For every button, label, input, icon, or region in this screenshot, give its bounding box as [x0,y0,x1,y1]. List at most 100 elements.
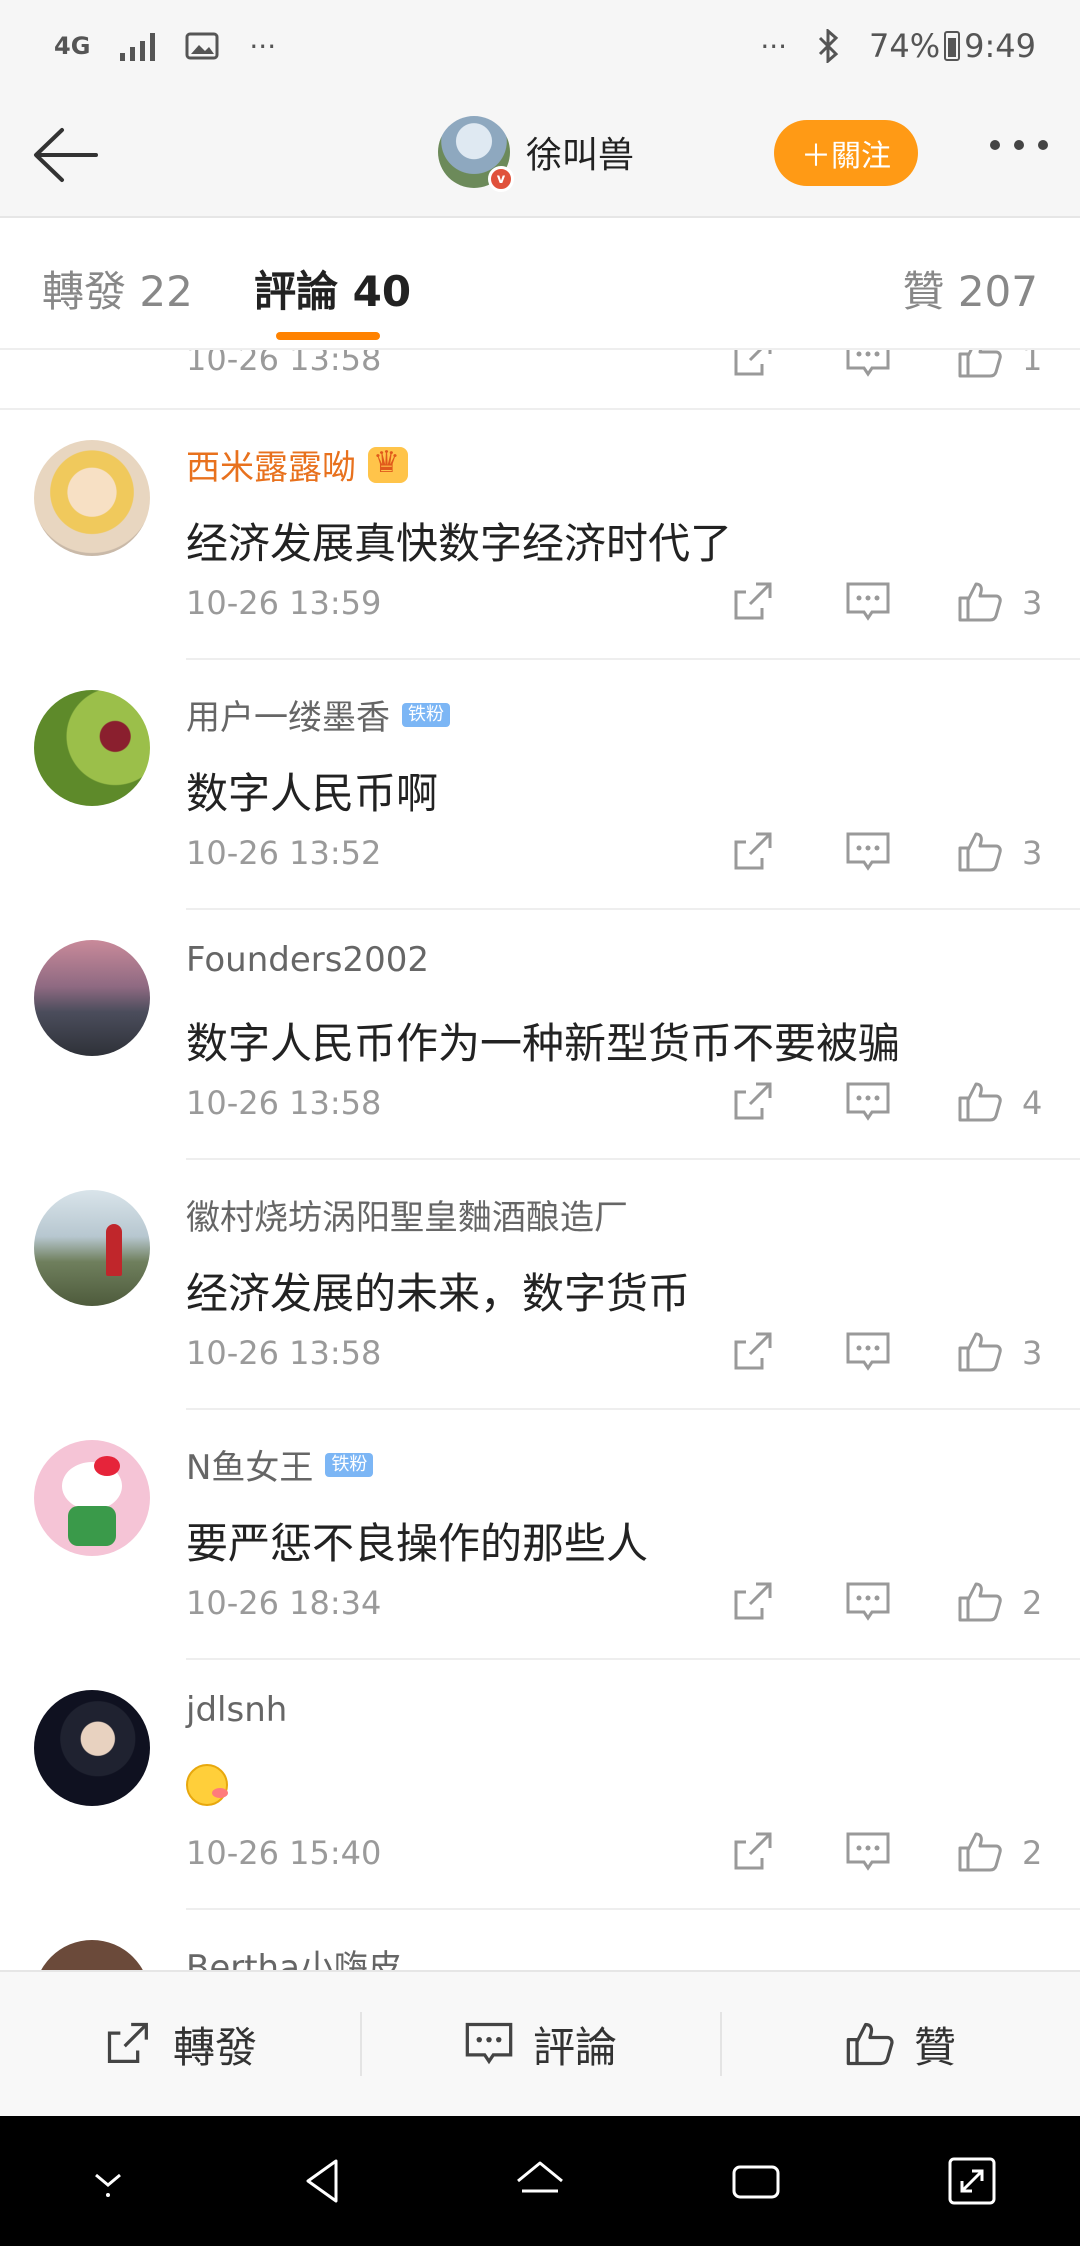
rotate-screen-icon[interactable] [942,2151,1002,2211]
thumbs-up-icon[interactable] [956,1078,1004,1126]
active-tab-indicator [276,332,380,340]
share-icon [107,2022,148,2063]
comment-icon[interactable] [844,1328,892,1376]
like-button[interactable]: 贊 [720,1972,1080,2116]
like-count[interactable]: 2 [1022,1834,1042,1872]
comment-button[interactable]: 評論 [360,1972,720,2116]
author-name[interactable]: jdlsnh [186,1690,287,1730]
comment-author[interactable]: 徽村烧坊涡阳聖皇麯酒酿造厂 [186,1190,628,1239]
list-item[interactable]: 西米露露呦 经济发展真快数字经济时代了 10-26 13:59 3 [0,410,1080,660]
tab-bar: 轉發 22 評論 40 贊 207 [0,218,1080,350]
avatar[interactable] [34,690,150,806]
avatar[interactable] [34,1190,150,1306]
thumbs-up-icon[interactable] [956,578,1004,626]
like-count[interactable]: 1 [1022,350,1042,378]
list-item[interactable]: jdlsnh 10-26 15:40 2 [0,1660,1080,1910]
share-icon[interactable] [730,1578,778,1626]
comment-author[interactable]: Founders2002 [186,940,429,980]
recent-apps-icon[interactable] [726,2151,786,2211]
avatar[interactable] [34,1440,150,1556]
share-icon[interactable] [730,350,778,382]
share-icon[interactable] [730,578,778,626]
comment-icon[interactable] [844,828,892,876]
thumbs-up-icon[interactable] [956,1828,1004,1876]
avatar[interactable] [34,940,150,1056]
back-icon[interactable] [294,2151,354,2211]
thumbs-up-icon[interactable] [956,828,1004,876]
comment-time: 10-26 13:58 [186,350,382,378]
like-count[interactable]: 3 [1022,834,1042,872]
comment-time: 10-26 15:40 [186,1834,382,1872]
comment-text: 数字人民币啊 [186,769,439,818]
comment-author[interactable]: 用户一缕墨香 铁粉 [186,690,450,739]
share-icon[interactable] [730,1828,778,1876]
list-item[interactable]: 10-26 13:58 1 [0,350,1080,410]
nav-bar: v 徐叫兽 ＋關注 [0,92,1080,218]
share-icon[interactable] [730,828,778,876]
author-name[interactable]: 用户一缕墨香 [186,690,390,739]
image-icon [185,32,219,60]
list-item[interactable]: 用户一缕墨香 铁粉 数字人民币啊 10-26 13:52 3 [0,660,1080,910]
author-name[interactable]: 徽村烧坊涡阳聖皇麯酒酿造厂 [186,1190,628,1239]
comment-time: 10-26 13:59 [186,584,382,622]
like-count[interactable]: 3 [1022,1334,1042,1372]
comment-author[interactable]: Bertha小嗨皮 [186,1940,402,1970]
author-name[interactable]: Founders2002 [186,940,429,980]
author-name[interactable]: Bertha小嗨皮 [186,1940,402,1970]
comment-icon[interactable] [844,1828,892,1876]
status-left: 4G ··· [54,30,276,63]
list-item[interactable]: N鱼女王 铁粉 要严惩不良操作的那些人 10-26 18:34 2 [0,1410,1080,1660]
comment-time: 10-26 18:34 [186,1584,382,1622]
comment-author[interactable]: 西米露露呦 [186,440,408,489]
comment-icon [465,2022,513,2065]
avatar[interactable] [34,1940,150,1970]
tab-reposts[interactable]: 轉發 22 [42,258,193,319]
more-options-icon[interactable] [990,140,1048,150]
clock: 9:49 [964,27,1036,65]
list-item[interactable]: 徽村烧坊涡阳聖皇麯酒酿造厂 经济发展的未来，数字货币 10-26 13:58 3 [0,1160,1080,1410]
like-count[interactable]: 4 [1022,1084,1042,1122]
verified-icon: v [488,166,514,192]
comment-text: 数字人民币作为一种新型货币不要被骗 [186,1019,901,1068]
comment-list[interactable]: 10-26 13:58 1 西米露露呦 经济发展真快数字经济时代了 10-26 … [0,350,1080,1970]
comment-icon[interactable] [844,578,892,626]
header-user[interactable]: v 徐叫兽 [438,116,634,192]
comment-icon[interactable] [844,1578,892,1626]
signal-icon [120,31,156,61]
repost-button[interactable]: 轉發 [0,1972,360,2116]
repost-label: 轉發 [172,2022,257,2072]
comment-author[interactable]: jdlsnh [186,1690,287,1730]
avatar[interactable] [34,440,150,556]
header-avatar[interactable]: v [438,116,514,192]
like-count[interactable]: 2 [1022,1584,1042,1622]
list-item[interactable]: Bertha小嗨皮 [0,1910,1080,1970]
share-icon[interactable] [730,1078,778,1126]
header-user-name[interactable]: 徐叫兽 [526,126,634,178]
like-count[interactable]: 3 [1022,584,1042,622]
tab-comments[interactable]: 評論 40 [254,258,411,319]
author-name[interactable]: 西米露露呦 [186,440,356,489]
back-arrow-icon[interactable] [28,120,104,190]
status-bar: 4G ··· ··· 74% 9:49 [0,0,1080,92]
fan-badge: 铁粉 [402,702,450,727]
comment-icon[interactable] [844,1078,892,1126]
battery-percent: 74% [869,27,941,65]
follow-label: ＋關注 [801,139,891,174]
comment-author[interactable]: N鱼女王 铁粉 [186,1440,374,1489]
home-icon[interactable] [510,2151,570,2211]
hide-keyboard-icon[interactable] [78,2151,138,2211]
system-nav-bar [0,2116,1080,2246]
thumbs-up-icon[interactable] [956,1328,1004,1376]
tab-likes[interactable]: 贊 207 [902,258,1038,319]
follow-button[interactable]: ＋關注 [774,120,918,186]
like-label: 贊 [913,2022,956,2072]
thumbs-up-icon[interactable] [956,1578,1004,1626]
more-status-icon: ··· [760,29,788,63]
battery: 74% 9:49 [869,27,1036,65]
comment-icon[interactable] [844,350,892,382]
share-icon[interactable] [730,1328,778,1376]
list-item[interactable]: Founders2002 数字人民币作为一种新型货币不要被骗 10-26 13:… [0,910,1080,1160]
avatar[interactable] [34,1690,150,1806]
thumbs-up-icon[interactable] [956,350,1004,382]
author-name[interactable]: N鱼女王 [186,1440,313,1489]
